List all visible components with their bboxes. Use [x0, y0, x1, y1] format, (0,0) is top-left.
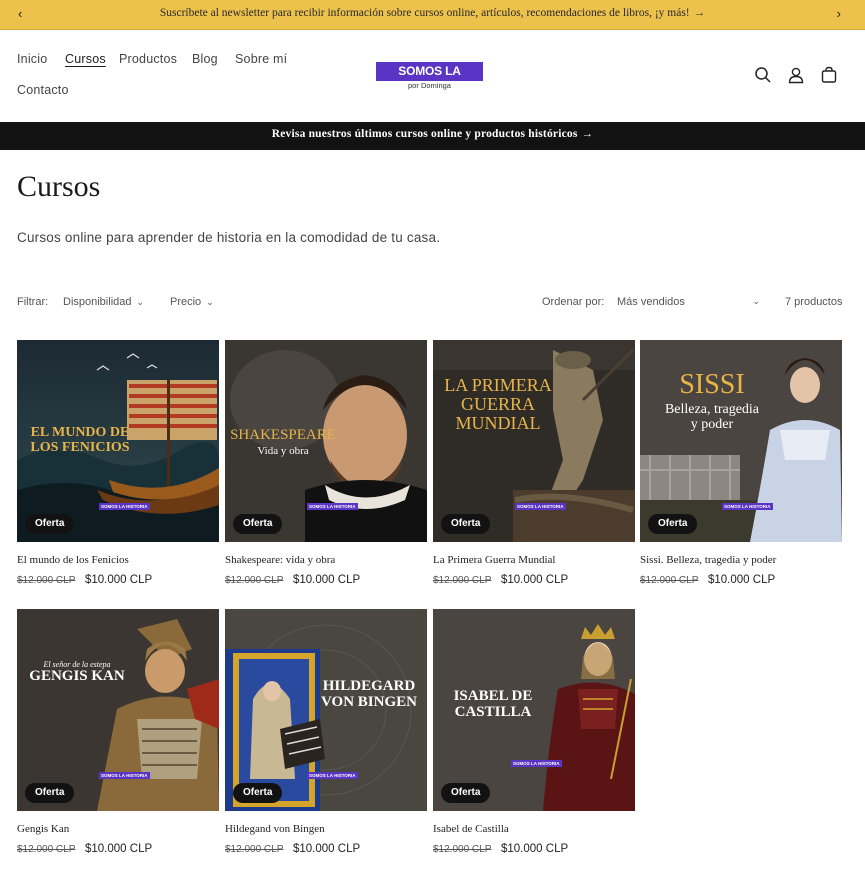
sort-select[interactable]: Más vendidos ⌄: [617, 296, 762, 308]
watermark: SOMOS LA HISTORIA: [99, 503, 150, 510]
product-price: $10.000 CLP: [85, 574, 153, 586]
sale-badge: Oferta: [441, 783, 491, 803]
announcement-text: Suscríbete al newsletter para recibir in…: [159, 7, 690, 19]
price-filter[interactable]: Precio ⌄: [170, 296, 214, 308]
image-title-line: GENGIS KAN: [29, 668, 125, 685]
product-image[interactable]: ISABEL DE CASTILLA SOMOS LA HISTORIA Ofe…: [433, 609, 635, 811]
product-image[interactable]: HILDEGARD VON BINGEN SOMOS LA HISTORIA O…: [225, 609, 427, 811]
account-icon[interactable]: [787, 66, 805, 84]
watermark: SOMOS LA HISTORIA: [722, 503, 773, 510]
product-price: $10.000 CLP: [293, 574, 361, 586]
nav-item-inicio[interactable]: Inicio: [17, 52, 47, 66]
product-old-price: $12.000 CLP: [17, 844, 76, 855]
chevron-down-icon: ⌄: [752, 296, 760, 306]
nav-item-cursos[interactable]: Cursos: [65, 52, 106, 66]
nav-item-contacto[interactable]: Contacto: [17, 83, 69, 97]
sale-badge: Oferta: [25, 783, 75, 803]
watermark: SOMOS LA HISTORIA: [307, 503, 358, 510]
product-old-price: $12.000 CLP: [225, 844, 284, 855]
price-filter-label: Precio: [170, 296, 202, 308]
product-image[interactable]: LA PRIMERA GUERRA MUNDIAL SOMOS LA HISTO…: [433, 340, 635, 542]
image-title-line: Vida y obra: [257, 444, 309, 457]
nav-item-sobre-mi[interactable]: Sobre mí: [235, 52, 287, 66]
watermark: SOMOS LA HISTORIA: [515, 503, 566, 510]
page-title: Cursos: [17, 170, 101, 203]
product-price: $10.000 CLP: [501, 574, 569, 586]
image-title-line: Belleza, tragedia: [664, 402, 760, 418]
product-old-price: $12.000 CLP: [433, 575, 492, 586]
filter-label: Filtrar:: [17, 296, 49, 308]
sale-badge: Oferta: [233, 783, 283, 803]
arrow-right-icon: →: [693, 7, 706, 19]
announcement-bar: ‹ Suscríbete al newsletter para recibir …: [0, 0, 865, 30]
chevron-down-icon: ⌄: [206, 297, 214, 307]
chevron-down-icon: ⌄: [136, 297, 145, 307]
announcement-next-button[interactable]: ›: [837, 6, 841, 22]
product-title[interactable]: La Primera Guerra Mundial: [433, 554, 653, 566]
image-title-line: y poder: [690, 417, 734, 433]
filter-bar: Filtrar: Disponibilidad ⌄ Precio ⌄ Ordenar…: [0, 296, 865, 316]
availability-filter[interactable]: Disponibilidad ⌄: [63, 296, 144, 308]
nav-item-blog[interactable]: Blog: [192, 52, 218, 66]
product-price: $10.000 CLP: [85, 843, 153, 855]
sale-badge: Oferta: [441, 514, 491, 534]
arrow-right-icon: →: [581, 128, 594, 140]
logo-title: SOMOS LA HISTORIA: [376, 62, 483, 97]
product-old-price: $12.000 CLP: [225, 575, 284, 586]
availability-filter-label: Disponibilidad: [63, 296, 132, 308]
image-title-line: GUERRA: [460, 393, 535, 414]
watermark: SOMOS LA HISTORIA: [307, 772, 358, 779]
page-description: Cursos online para aprender de historia …: [17, 230, 441, 245]
product-count: 7 productos: [785, 296, 843, 308]
watermark: SOMOS LA HISTORIA: [99, 772, 150, 779]
product-title[interactable]: Isabel de Castilla: [433, 823, 653, 835]
promo-bar: Revisa nuestros últimos cursos online y …: [0, 122, 865, 150]
nav-item-productos[interactable]: Productos: [119, 52, 177, 66]
product-title[interactable]: Sissi. Belleza, tragedia y poder: [640, 554, 860, 566]
sort-select-value: Más vendidos: [617, 296, 685, 308]
image-title-line: HILDEGARD: [322, 678, 416, 694]
product-old-price: $12.000 CLP: [433, 844, 492, 855]
logo-subtitle: por Dominga: [408, 81, 451, 90]
site-header: Inicio Cursos Productos Blog Sobre mí Co…: [0, 30, 865, 122]
product-old-price: $12.000 CLP: [17, 575, 76, 586]
product-price: $10.000 CLP: [501, 843, 569, 855]
product-image[interactable]: SISSI Belleza, tragedia y poder SOMOS LA…: [640, 340, 842, 542]
product-old-price: $12.000 CLP: [640, 575, 699, 586]
product-image[interactable]: El señor de la estepa GENGIS KAN SOMOS L…: [17, 609, 219, 811]
sort-label: Ordenar por:: [542, 296, 605, 308]
image-title-line: SISSI: [679, 369, 745, 400]
image-title-line: MUNDIAL: [455, 412, 541, 433]
product-title[interactable]: Shakespeare: vida y obra: [225, 554, 445, 566]
product-price: $10.000 CLP: [293, 843, 361, 855]
image-title-line: ISABEL DE: [453, 688, 533, 704]
cart-icon[interactable]: [820, 66, 838, 84]
product-price: $10.000 CLP: [708, 574, 776, 586]
product-image[interactable]: SHAKESPEARE Vida y obra SOMOS LA HISTORI…: [225, 340, 427, 542]
announcement-link[interactable]: Suscríbete al newsletter para recibir in…: [0, 7, 865, 19]
sale-badge: Oferta: [233, 514, 283, 534]
sale-badge: Oferta: [25, 514, 75, 534]
image-title-line: EL MUNDO DE: [30, 425, 130, 440]
image-title-line: VON BINGEN: [321, 693, 417, 710]
promo-link[interactable]: Revisa nuestros últimos cursos online y …: [0, 128, 865, 140]
watermark: SOMOS LA HISTORIA: [511, 760, 562, 767]
image-title-line: LA PRIMERA: [444, 375, 552, 395]
site-logo[interactable]: SOMOS LA HISTORIA por Dominga: [376, 62, 484, 97]
promo-text: Revisa nuestros últimos cursos online y …: [271, 128, 578, 140]
image-title-line: SHAKESPEARE: [230, 427, 336, 443]
product-image[interactable]: EL MUNDO DE LOS FENICIOS SOMOS LA HISTOR…: [17, 340, 219, 542]
product-title[interactable]: Gengis Kan: [17, 823, 237, 835]
product-title[interactable]: El mundo de los Fenicios: [17, 554, 237, 566]
product-title[interactable]: Hildegand von Bingen: [225, 823, 445, 835]
sale-badge: Oferta: [648, 514, 698, 534]
image-title-line: LOS FENICIOS: [30, 439, 130, 455]
image-title-line: CASTILLA: [454, 703, 532, 720]
search-icon[interactable]: [754, 66, 772, 84]
